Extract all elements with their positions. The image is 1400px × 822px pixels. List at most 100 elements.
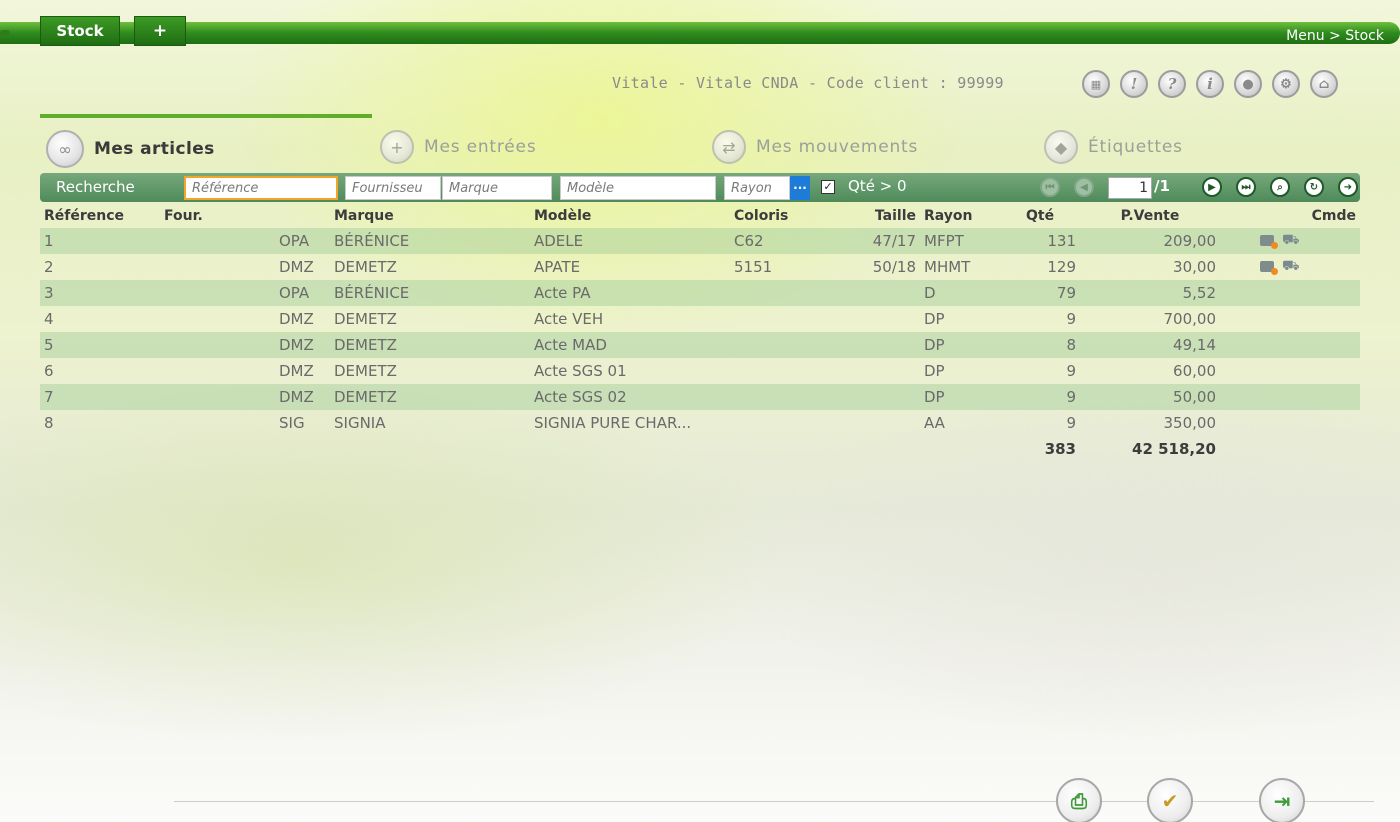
home-icon[interactable]: ⌂ [1310,70,1338,98]
cell-four: DMZ [160,384,330,410]
refresh-icon[interactable]: ↻ [1304,177,1324,197]
total-qte: 383 [1044,440,1076,458]
col-coloris[interactable]: Coloris [730,204,830,228]
search-icon[interactable]: ⌕ [1270,177,1290,197]
cell-qte: 129 [1047,258,1076,276]
cell-marque: DEMETZ [334,310,397,328]
help-icon[interactable]: ? [1158,70,1186,98]
cell-taille [830,384,920,410]
totals-spacer [1220,436,1360,462]
cell-reference: 2 [44,258,54,276]
cell-coloris: C62 [730,228,830,254]
cell-reference: 8 [44,414,54,432]
rayon-input[interactable] [724,176,790,200]
col-taille[interactable]: Taille [830,204,920,228]
info-icon[interactable]: i [1196,70,1224,98]
last-page-icon[interactable]: ⏭ [1236,177,1256,197]
marque-input[interactable] [442,176,552,200]
cell-cmde [1220,306,1360,332]
cell-four: DMZ [279,258,314,276]
qty-filter-checkbox[interactable]: ✓ [821,180,835,194]
table-row[interactable]: 5 DMZ DEMETZ Acte MAD DP 8 49,14 [40,332,1360,358]
cell-prix: 60,00 [1173,362,1216,380]
validate-icon[interactable]: ✔ [1147,778,1193,822]
calendar-icon[interactable]: ▦ [1082,70,1110,98]
top-icon-toolbar: ▦ ! ? i ● ⚙ ⌂ [1082,70,1338,98]
cell-qte: 8 [1000,332,1080,358]
prev-page-icon[interactable]: ◀ [1074,177,1094,197]
tab-stock[interactable]: Stock [40,16,120,46]
cell-qte: 9 [1000,384,1080,410]
cell-modele: ADELE [530,228,730,254]
cell-modele: SIGNIA PURE CHAR... [534,414,692,432]
table-row[interactable]: 3 OPA BÉRÉNICE Acte PA D 79 5,52 [40,280,1360,306]
totals-spacer [920,436,1000,462]
tools-icon[interactable]: ⚙ [1272,70,1300,98]
tab-add[interactable]: + [134,16,186,46]
cell-modele: Acte PA [530,280,730,306]
user-icon[interactable]: ● [1234,70,1262,98]
nav-mes-articles[interactable]: ∞ Mes articles [46,130,215,168]
cell-reference: 4 [44,310,54,328]
cell-marque: DEMETZ [334,258,397,276]
cell-qte: 131 [1000,228,1080,254]
cell-coloris [730,410,830,436]
table-row[interactable]: 6 DMZ DEMETZ Acte SGS 01 DP 9 60,00 [40,358,1360,384]
page-total: /1 [1154,177,1170,195]
cell-coloris [730,358,830,384]
totals-spacer [830,436,920,462]
camera-icon[interactable] [1260,261,1278,276]
cell-modele: Acte SGS 02 [530,384,730,410]
table-row[interactable]: 1 OPA BÉRÉNICE ADELE C62 47/17 MFPT 131 209,00 ⛟ [40,228,1360,254]
first-page-icon[interactable]: ⏮ [1040,177,1060,197]
cell-prix: 350,00 [1163,414,1217,432]
cell-reference: 1 [40,228,160,254]
cell-rayon: MHMT [924,258,971,276]
col-rayon[interactable]: Rayon [920,204,1000,228]
modele-input[interactable] [560,176,716,200]
cell-reference: 6 [44,362,54,380]
table-row[interactable]: 2 DMZ DEMETZ APATE 5151 50/18 MHMT 129 30,00 ⛟ [40,254,1360,280]
table-row[interactable]: 4 DMZ DEMETZ Acte VEH DP 9 700,00 [40,306,1360,332]
cell-four: DMZ [279,362,314,380]
cell-taille: 47/17 [830,228,920,254]
top-bar [0,22,1400,44]
col-marque[interactable]: Marque [330,204,530,228]
section-nav: ∞ Mes articles + Mes entrées ⇄ Mes mouve… [46,130,1356,170]
table-row[interactable]: 8 SIG SIGNIA SIGNIA PURE CHAR... AA 9 350,00 [40,410,1360,436]
next-page-icon[interactable]: ▶ [1202,177,1222,197]
cell-rayon: D [920,280,1000,306]
forward-icon[interactable]: ➜ [1338,177,1358,197]
cell-four: OPA [160,228,330,254]
cell-reference: 7 [40,384,160,410]
cell-modele: APATE [534,258,581,276]
add-entry-icon: + [380,130,414,164]
print-icon[interactable]: ⎙ [1056,778,1102,822]
camera-icon[interactable] [1260,235,1278,250]
cell-cmde [1220,410,1360,436]
col-prix[interactable]: P.Vente [1080,204,1220,228]
cart-icon[interactable]: ⛟ [1282,232,1300,250]
col-reference[interactable]: Référence [40,204,160,228]
nav-etiquettes[interactable]: ◆ Étiquettes [1044,130,1183,164]
col-modele[interactable]: Modèle [530,204,730,228]
cell-marque: DEMETZ [330,384,530,410]
col-four[interactable]: Four. [160,204,330,228]
page-number-input[interactable] [1108,177,1152,199]
col-cmde: Cmde [1311,208,1356,224]
nav-mes-entrees[interactable]: + Mes entrées [380,130,536,164]
nav-mes-mouvements[interactable]: ⇄ Mes mouvements [712,130,918,164]
fournisseur-input[interactable] [345,176,441,200]
totals-row: 383 42 518,20 [40,436,1360,462]
exit-icon[interactable]: ⇥ [1259,778,1305,822]
cell-modele: Acte MAD [530,332,730,358]
rayon-picker-button[interactable]: ··· [790,176,810,200]
reference-input[interactable] [184,176,338,200]
alert-icon[interactable]: ! [1120,70,1148,98]
cell-taille [830,332,920,358]
table-row[interactable]: 7 DMZ DEMETZ Acte SGS 02 DP 9 50,00 [40,384,1360,410]
cell-four: OPA [160,280,330,306]
col-qte[interactable]: Qté [1000,204,1080,228]
movements-icon: ⇄ [712,130,746,164]
cart-icon[interactable]: ⛟ [1282,258,1300,276]
